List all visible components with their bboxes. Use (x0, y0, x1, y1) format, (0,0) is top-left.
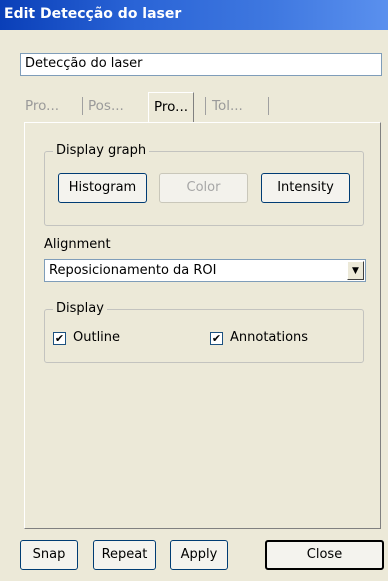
alignment-dropdown[interactable]: Reposicionamento da ROI ▼ (44, 259, 366, 282)
checkmark-icon: ✔ (53, 332, 66, 345)
outline-label: Outline (73, 330, 121, 345)
display-graph-legend: Display graph (53, 143, 150, 158)
tab-separator (268, 97, 269, 115)
snap-button[interactable]: Snap (20, 540, 78, 570)
tab-2[interactable]: Pos... (88, 98, 124, 114)
window-title-bar: Edit Detecção do laser (0, 0, 388, 30)
tab-strip: Pro... Pos... Pro... Tol... (22, 92, 382, 122)
tab-separator (205, 97, 206, 115)
name-field-value: Detecção do laser (25, 56, 143, 71)
display-legend: Display (53, 301, 107, 316)
apply-button[interactable]: Apply (170, 540, 228, 570)
tab-4[interactable]: Tol... (212, 98, 243, 114)
color-button[interactable]: Color (159, 173, 248, 203)
alignment-selected-value: Reposicionamento da ROI (49, 263, 217, 278)
display-group: Display ✔ Outline ✔ Annotations (44, 301, 364, 363)
display-graph-group: Display graph Histogram Color Intensity (44, 143, 364, 226)
repeat-button[interactable]: Repeat (93, 540, 156, 570)
tab-separator (82, 97, 83, 115)
close-button[interactable]: Close (265, 540, 384, 570)
alignment-label: Alignment (44, 237, 111, 252)
annotations-label: Annotations (230, 330, 309, 345)
tab-1[interactable]: Pro... (25, 98, 59, 114)
chevron-down-icon[interactable]: ▼ (347, 261, 364, 280)
window-title: Edit Detecção do laser (4, 6, 182, 22)
intensity-button[interactable]: Intensity (261, 173, 350, 203)
checkmark-icon: ✔ (210, 332, 223, 345)
tab-panel: Display graph Histogram Color Intensity … (24, 122, 381, 529)
tab-3-active[interactable]: Pro... (148, 92, 195, 122)
histogram-button[interactable]: Histogram (58, 173, 147, 203)
name-field[interactable]: Detecção do laser (20, 53, 382, 76)
